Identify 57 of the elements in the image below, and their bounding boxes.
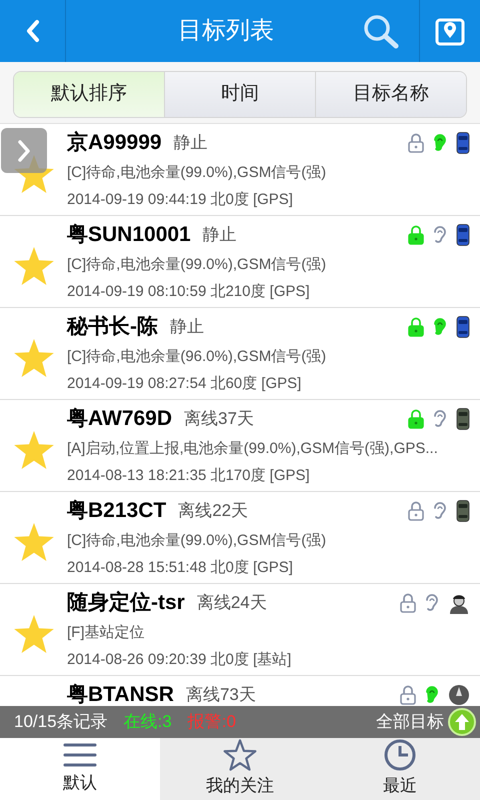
star-icon[interactable] bbox=[14, 523, 54, 561]
search-icon bbox=[362, 13, 400, 49]
clock-icon bbox=[384, 739, 416, 772]
target-name: 粤AW769D bbox=[67, 406, 172, 432]
target-name: 粤SUN10001 bbox=[67, 222, 191, 248]
target-row[interactable]: 粤SUN10001 静止 [C]待命,电池余量(99.0%),GSM信号(强) 2014-09-19 08:10:59 北210度 [GPS] bbox=[0, 216, 480, 308]
bottom-tab[interactable]: 最近 bbox=[320, 738, 480, 800]
target-row[interactable]: 粤AW769D 离线37天 [A]启动,位置上报,电池余量(99.0%),GSM信号(强),GPS... 2014-08-13 18:21:35 北170度 [GPS] bbox=[0, 400, 480, 492]
target-status: 静止 bbox=[174, 132, 208, 154]
drawer-handle[interactable] bbox=[1, 128, 47, 173]
scroll-top-button[interactable] bbox=[448, 708, 476, 736]
star-icon[interactable] bbox=[14, 339, 54, 377]
target-name: 随身定位-tsr bbox=[67, 590, 185, 616]
star-icon[interactable] bbox=[14, 431, 54, 469]
target-detail: [F]基站定位 bbox=[67, 623, 146, 643]
back-icon bbox=[24, 19, 40, 43]
target-detail: [C]待命,电池余量(99.0%),GSM信号(强) bbox=[67, 255, 328, 275]
target-detail: [C]待命,电池余量(99.0%),GSM信号(强) bbox=[67, 163, 328, 183]
target-row[interactable]: 粤B213CT 离线22天 [C]待命,电池余量(99.0%),GSM信号(强) 2014-08-28 15:51:48 北0度 [GPS] bbox=[0, 492, 480, 584]
target-row[interactable]: 粤BTANSR 离线73天 bbox=[0, 676, 480, 706]
online-count: 在线:3 bbox=[124, 711, 172, 734]
target-name: 秘书长-陈 bbox=[67, 314, 158, 340]
target-status: 离线24天 bbox=[196, 592, 267, 614]
target-time: 2014-08-13 18:21:35 北170度 [GPS] bbox=[67, 466, 311, 486]
target-detail: [C]待命,电池余量(99.0%),GSM信号(强) bbox=[67, 531, 328, 551]
record-count: 10/15条记录 bbox=[14, 711, 108, 734]
target-time: 2014-09-19 08:10:59 北210度 [GPS] bbox=[67, 282, 311, 302]
alarm-count: 报警:0 bbox=[188, 711, 236, 734]
sort-tab[interactable]: 默认排序 bbox=[14, 72, 164, 117]
arrow-up-icon bbox=[454, 713, 470, 731]
map-pin-icon bbox=[435, 16, 465, 46]
star-icon[interactable] bbox=[14, 615, 54, 653]
bottom-tab[interactable]: 我的关注 bbox=[160, 738, 320, 800]
target-name: 京A99999 bbox=[67, 130, 162, 156]
target-status: 静止 bbox=[202, 224, 237, 246]
target-status: 离线73天 bbox=[186, 684, 256, 706]
star-icon[interactable] bbox=[14, 247, 54, 285]
chevron-right-icon bbox=[17, 138, 31, 162]
target-time: 2014-08-28 15:51:48 北0度 [GPS] bbox=[67, 558, 294, 578]
target-status: 离线22天 bbox=[178, 500, 248, 522]
window-title: 目标列表 bbox=[178, 16, 274, 46]
target-row[interactable]: 随身定位-tsr 离线24天 [F]基站定位 2014-08-26 09:20:39 北0度 [基站] bbox=[0, 584, 480, 676]
target-time: 2014-09-19 09:44:19 北0度 [GPS] bbox=[67, 190, 294, 210]
target-name: 粤BTANSR bbox=[67, 682, 174, 706]
target-status: 静止 bbox=[170, 316, 204, 338]
target-row[interactable]: 秘书长-陈 静止 [C]待命,电池余量(96.0%),GSM信号(强) 2014-09-19 08:27:54 北60度 [GPS] bbox=[0, 308, 480, 400]
sort-tab[interactable]: 时间 bbox=[164, 72, 315, 117]
target-time: 2014-08-26 09:20:39 北0度 [基站] bbox=[67, 650, 292, 670]
target-detail: [C]待命,电池余量(96.0%),GSM信号(强) bbox=[67, 347, 328, 367]
target-status: 离线37天 bbox=[184, 408, 254, 430]
target-name: 粤B213CT bbox=[67, 498, 166, 524]
target-detail: [A]启动,位置上报,电池余量(99.0%),GSM信号(强),GPS... bbox=[67, 439, 439, 459]
menu-icon bbox=[63, 742, 97, 768]
target-time: 2014-09-19 08:27:54 北60度 [GPS] bbox=[67, 374, 302, 394]
star-icon bbox=[223, 739, 257, 772]
all-targets-label: 全部目标 bbox=[376, 711, 444, 734]
sort-tab[interactable]: 目标名称 bbox=[315, 72, 466, 117]
